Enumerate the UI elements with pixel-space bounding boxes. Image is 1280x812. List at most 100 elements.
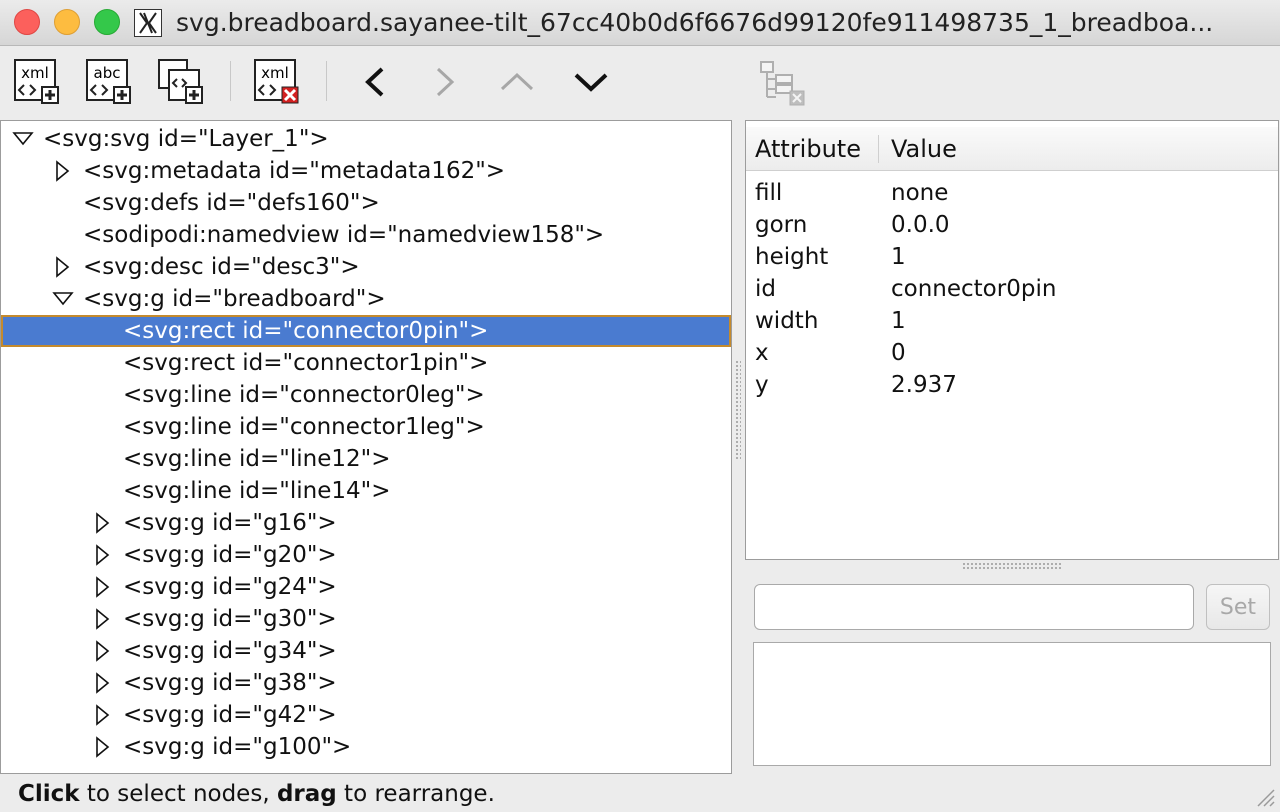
attribute-name: id (755, 276, 776, 302)
tree-node-label: <svg:g id="g38"> (123, 670, 337, 696)
tree-node-label: <svg:g id="g20"> (123, 542, 337, 568)
toolbar-separator (326, 61, 327, 101)
attribute-row[interactable]: height 1 (746, 241, 1278, 273)
attribute-value-textarea[interactable] (753, 642, 1271, 766)
attribute-column-header[interactable]: Attribute (755, 127, 861, 171)
tree-node-label: <svg:line id="connector0leg"> (123, 382, 485, 408)
chevron-left-icon (365, 67, 384, 97)
zoom-window-button[interactable] (94, 9, 120, 35)
attribute-name: fill (755, 180, 783, 206)
expanded-triangle-icon[interactable] (11, 123, 37, 155)
title-bar: svg.breadboard.sayanee-tilt_67cc40b0d6f6… (0, 0, 1280, 46)
attribute-table[interactable]: Attribute Value fill none gorn 0.0.0 height 1… (745, 120, 1279, 560)
tree-node[interactable]: <svg:g id="g24"> (1, 571, 731, 603)
tree-node-label: <svg:g id="g100"> (123, 734, 352, 760)
tree-node-label: <svg:g id="g42"> (123, 702, 337, 728)
new-element-node-button[interactable]: xml (12, 57, 62, 107)
tree-node[interactable]: <svg:g id="g100"> (1, 731, 731, 763)
status-click-word: Click (18, 781, 80, 807)
svg-text:xml: xml (261, 64, 289, 82)
status-bar: Click to select nodes, drag to rearrange… (18, 778, 495, 810)
collapsed-triangle-icon[interactable] (91, 667, 117, 699)
tree-node[interactable]: <svg:line id="line12"> (1, 443, 731, 475)
collapsed-triangle-icon[interactable] (91, 507, 117, 539)
tree-node[interactable]: <svg:line id="line14"> (1, 475, 731, 507)
attribute-name: gorn (755, 212, 808, 238)
minimize-window-button[interactable] (54, 9, 80, 35)
collapsed-triangle-icon[interactable] (91, 603, 117, 635)
tree-node[interactable]: <svg:line id="connector0leg"> (1, 379, 731, 411)
delete-node-button[interactable]: xml (252, 57, 302, 107)
tree-node[interactable]: <svg:defs id="defs160"> (1, 187, 731, 219)
indent-node-button[interactable] (420, 57, 470, 107)
tree-node[interactable]: <svg:g id="g42"> (1, 699, 731, 731)
status-end-text: to rearrange. (336, 781, 495, 807)
tree-node[interactable]: <svg:g id="breadboard"> (1, 283, 731, 315)
attribute-value: none (891, 180, 949, 206)
new-text-node-icon: abc (86, 59, 131, 104)
attribute-value: 1 (891, 244, 906, 270)
tree-node[interactable]: <svg:g id="g16"> (1, 507, 731, 539)
attribute-value-input[interactable] (754, 584, 1194, 630)
collapsed-triangle-icon[interactable] (51, 155, 77, 187)
expanded-triangle-icon[interactable] (51, 283, 77, 315)
tree-node[interactable]: <sodipodi:namedview id="namedview158"> (1, 219, 731, 251)
collapsed-triangle-icon[interactable] (91, 731, 117, 763)
vertical-splitter-handle[interactable] (735, 360, 741, 460)
lower-node-button[interactable] (566, 57, 616, 107)
xml-node-tree[interactable]: <svg:svg id="Layer_1"> <svg:metadata id="… (0, 120, 732, 774)
tree-node-label: <svg:g id="g16"> (123, 510, 337, 536)
toolbar: xml abc xml (0, 47, 1280, 117)
tree-node-label: <svg:metadata id="metadata162"> (83, 158, 506, 184)
tree-node[interactable]: <svg:svg id="Layer_1"> (1, 123, 731, 155)
tree-node-label: <svg:rect id="connector1pin"> (123, 350, 489, 376)
attribute-value: connector0pin (891, 276, 1057, 302)
attribute-table-header: Attribute Value (746, 127, 1278, 171)
attribute-row[interactable]: gorn 0.0.0 (746, 209, 1278, 241)
delete-node-icon: xml (254, 59, 299, 104)
value-column-header[interactable]: Value (891, 127, 957, 171)
new-text-node-button[interactable]: abc (84, 57, 134, 107)
chevron-right-icon (436, 67, 455, 97)
attribute-row[interactable]: x0 (746, 337, 1278, 369)
collapsed-triangle-icon[interactable] (91, 699, 117, 731)
tree-node[interactable]: <svg:desc id="desc3"> (1, 251, 731, 283)
tree-node[interactable]: <svg:g id="g30"> (1, 603, 731, 635)
set-button[interactable]: Set (1206, 584, 1270, 630)
attribute-row[interactable]: id connector0pin (746, 273, 1278, 305)
toolbar-separator (230, 61, 231, 101)
horizontal-splitter-handle[interactable] (962, 562, 1062, 570)
window-title: svg.breadboard.sayanee-tilt_67cc40b0d6f6… (176, 8, 1214, 37)
tree-node[interactable]: <svg:g id="g34"> (1, 635, 731, 667)
new-element-node-icon: xml (14, 59, 59, 104)
tree-node[interactable]: <svg:g id="g20"> (1, 539, 731, 571)
attribute-row[interactable]: width 1 (746, 305, 1278, 337)
tree-node-label: <svg:desc id="desc3"> (83, 254, 360, 280)
close-window-button[interactable] (14, 9, 40, 35)
tree-node-label: <svg:svg id="Layer_1"> (43, 126, 329, 152)
duplicate-node-icon (158, 59, 203, 104)
column-separator (878, 135, 879, 163)
tree-node[interactable]: <svg:rect id="connector1pin"> (1, 347, 731, 379)
svg-text:xml: xml (21, 64, 49, 82)
duplicate-node-button[interactable] (156, 57, 206, 107)
attribute-row[interactable]: y 2.937 (746, 369, 1278, 401)
collapsed-triangle-icon[interactable] (91, 539, 117, 571)
tree-node[interactable]: <svg:line id="connector1leg"> (1, 411, 731, 443)
attribute-row[interactable]: fill none (746, 177, 1278, 209)
attribute-name: width (755, 308, 819, 334)
raise-node-button[interactable] (492, 57, 542, 107)
tree-node-label: <svg:defs id="defs160"> (83, 190, 380, 216)
tree-node[interactable]: <svg:rect id="connector0pin"> (1, 315, 731, 347)
collapsed-triangle-icon[interactable] (51, 251, 77, 283)
resize-grip-icon[interactable] (1252, 784, 1276, 808)
delete-attribute-button[interactable] (756, 57, 806, 107)
collapsed-triangle-icon[interactable] (91, 571, 117, 603)
x11-app-icon (134, 9, 162, 37)
unindent-node-button[interactable] (350, 57, 400, 107)
attribute-name: height (755, 244, 829, 270)
tree-node[interactable]: <svg:g id="g38"> (1, 667, 731, 699)
tree-node-label: <sodipodi:namedview id="namedview158"> (83, 222, 605, 248)
tree-node[interactable]: <svg:metadata id="metadata162"> (1, 155, 731, 187)
collapsed-triangle-icon[interactable] (91, 635, 117, 667)
